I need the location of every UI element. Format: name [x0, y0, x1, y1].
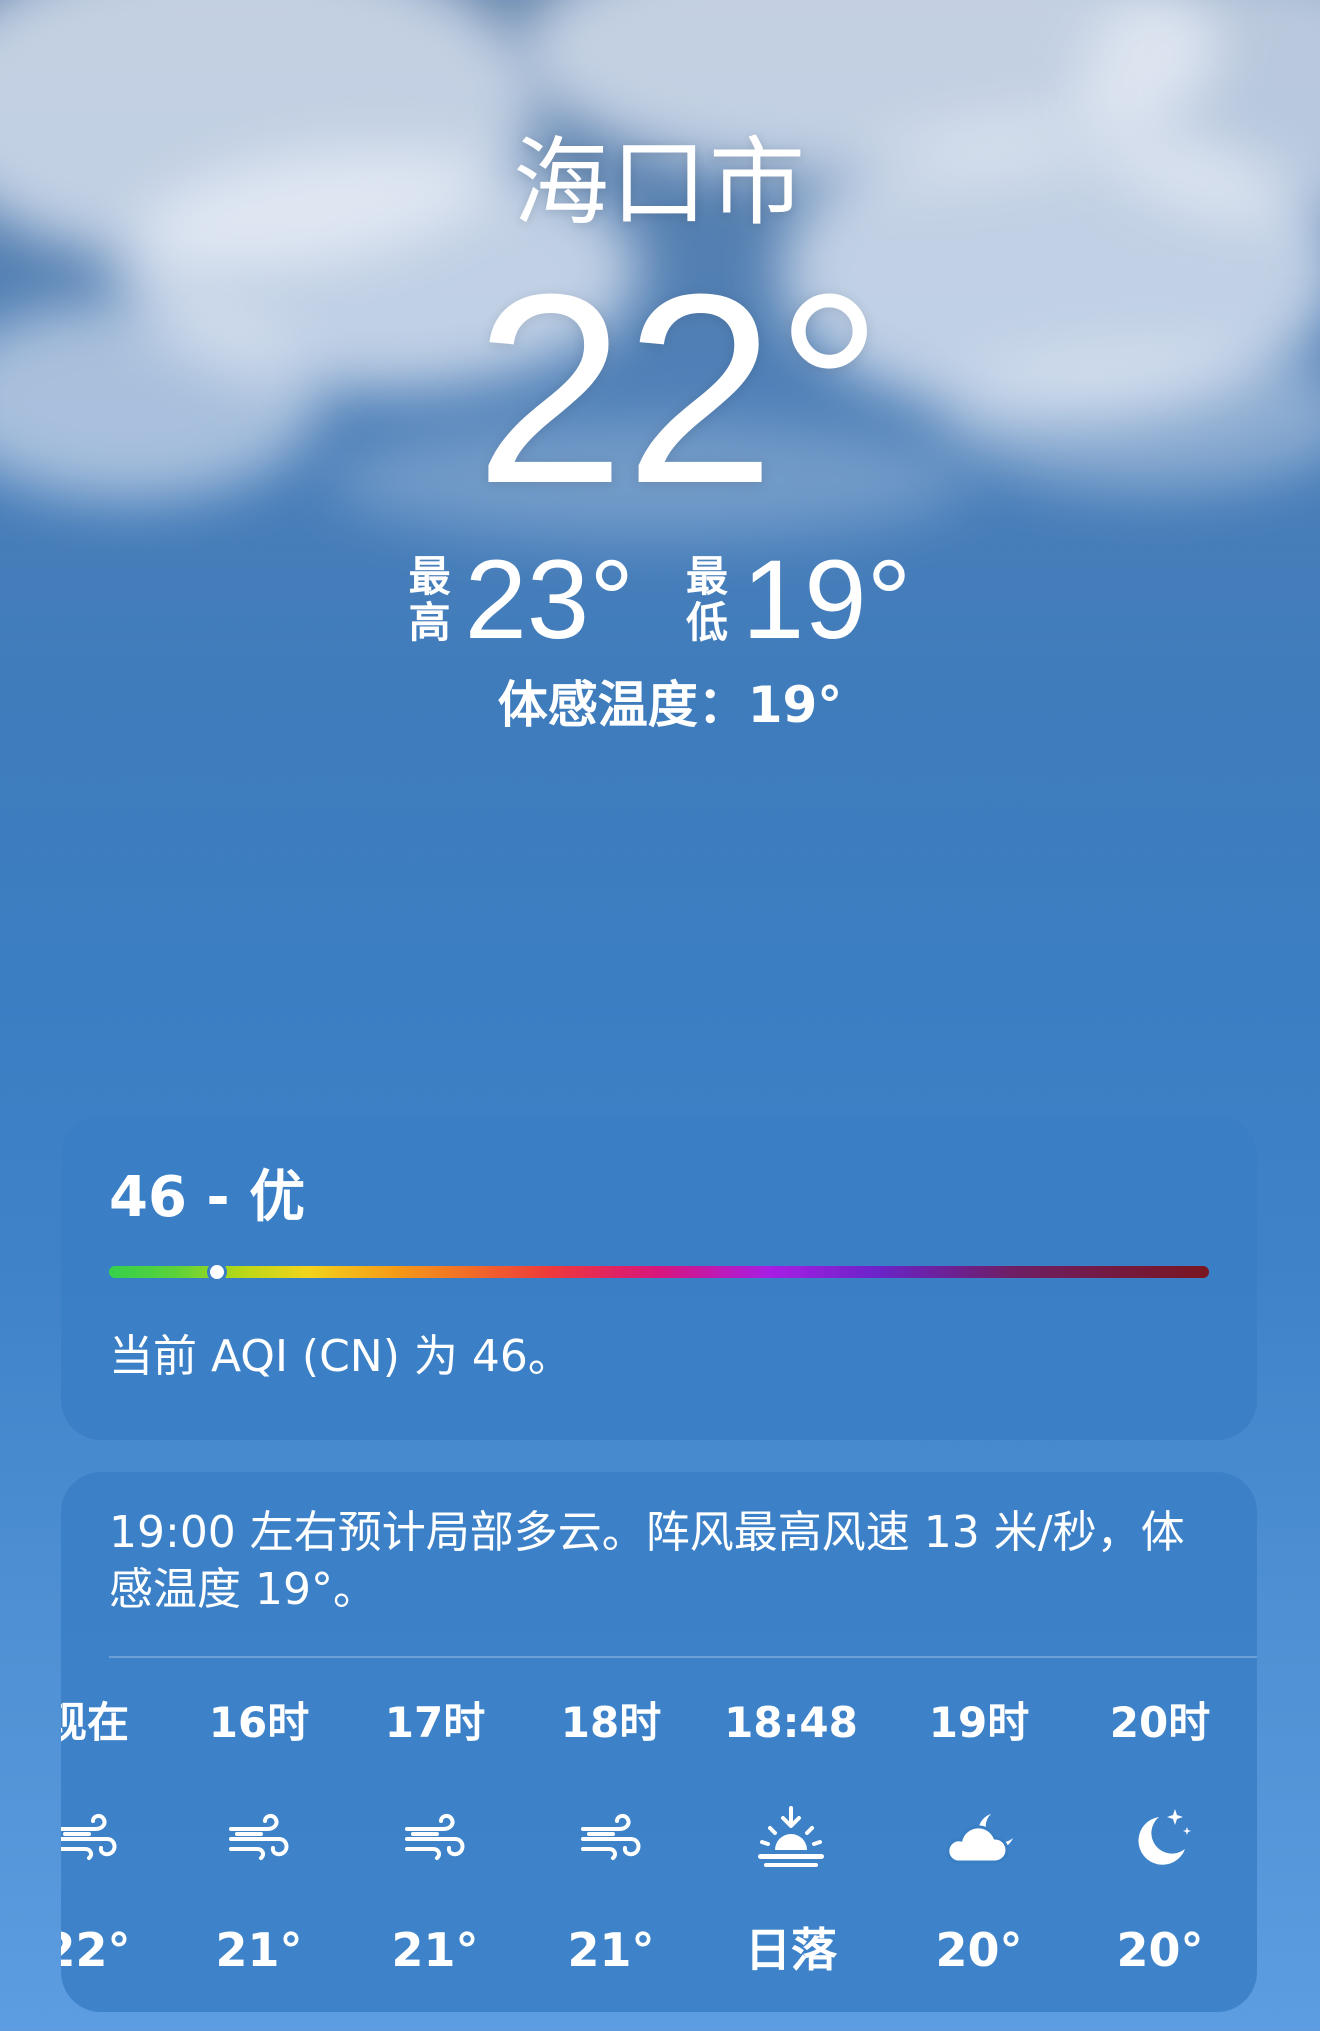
- wind-icon: [395, 1803, 475, 1873]
- hourly-time: 17时: [384, 1698, 486, 1747]
- feels-like: 体感温度：19°: [497, 676, 843, 734]
- current-temperature: 22°: [474, 239, 884, 540]
- low-temperature: 最 低 19°: [686, 540, 911, 660]
- aqi-title: 46 - 优: [109, 1165, 306, 1230]
- low-label-char-2: 低: [686, 598, 729, 647]
- hourly-time: 16时: [208, 1698, 310, 1747]
- wind-icon: [61, 1803, 127, 1873]
- high-label: 最 高: [409, 554, 451, 646]
- hourly-forecast-card[interactable]: 19:00 左右预计局部多云。阵风最高风速 13 米/秒，体感温度 19°。 现…: [61, 1472, 1257, 2012]
- hourly-time: 19时: [928, 1698, 1030, 1747]
- hourly-temperature: 日落: [745, 1923, 837, 1977]
- hourly-temperature: 21°: [215, 1923, 303, 1977]
- high-temperature: 最 高 23°: [409, 540, 634, 660]
- weather-screen: { "location": { "city": "海口市" }, "curren…: [0, 0, 1320, 2031]
- city-name: 海口市: [513, 127, 807, 239]
- hourly-item: 16时 21°: [189, 1658, 329, 1977]
- hourly-time: 现在: [61, 1698, 129, 1747]
- hourly-scroll-row[interactable]: 现在22°16时21°17时21°18时21°18:48日落19时20°20时2…: [61, 1658, 1257, 1998]
- hourly-item: 19时 20°: [909, 1658, 1049, 1977]
- wind-icon: [571, 1803, 651, 1873]
- sunset-icon: [751, 1803, 831, 1873]
- low-label: 最 低: [686, 554, 728, 646]
- hourly-temperature: 20°: [935, 1923, 1023, 1977]
- hourly-item: 18:48 日落: [721, 1658, 861, 1977]
- aqi-indicator-dot: [206, 1262, 227, 1282]
- aqi-gradient-bar: [109, 1266, 1209, 1278]
- hourly-temperature: 21°: [567, 1923, 655, 1977]
- moon-stars-icon: [1120, 1803, 1200, 1873]
- high-label-char-1: 最: [408, 552, 451, 601]
- low-label-char-1: 最: [686, 552, 729, 601]
- hourly-temperature: 21°: [391, 1923, 479, 1977]
- aqi-scale: [109, 1262, 1209, 1282]
- air-quality-card[interactable]: 46 - 优 当前 AQI (CN) 为 46。: [61, 1116, 1257, 1440]
- high-low-temperatures: 最 高 23° 最 低 19°: [0, 540, 1320, 660]
- hourly-item: 17时 21°: [365, 1658, 505, 1977]
- wind-icon: [219, 1803, 299, 1873]
- hourly-temperature: 20°: [1116, 1923, 1204, 1977]
- partly-cloudy-night-icon: [939, 1803, 1019, 1873]
- hourly-time: 18:48: [724, 1698, 858, 1747]
- high-label-char-2: 高: [408, 598, 451, 647]
- hourly-item: 20时 20°: [1090, 1658, 1230, 1977]
- hourly-time: 20时: [1109, 1698, 1211, 1747]
- forecast-summary: 19:00 左右预计局部多云。阵风最高风速 13 米/秒，体感温度 19°。: [109, 1507, 1185, 1615]
- hourly-item: 18时 21°: [541, 1658, 681, 1977]
- hourly-item: 现在 22°: [61, 1658, 157, 1977]
- high-value: 23°: [464, 537, 634, 662]
- hourly-temperature: 22°: [61, 1923, 131, 1977]
- low-value: 19°: [742, 537, 912, 662]
- hourly-time: 18时: [560, 1698, 662, 1747]
- aqi-description: 当前 AQI (CN) 为 46。: [109, 1331, 572, 1382]
